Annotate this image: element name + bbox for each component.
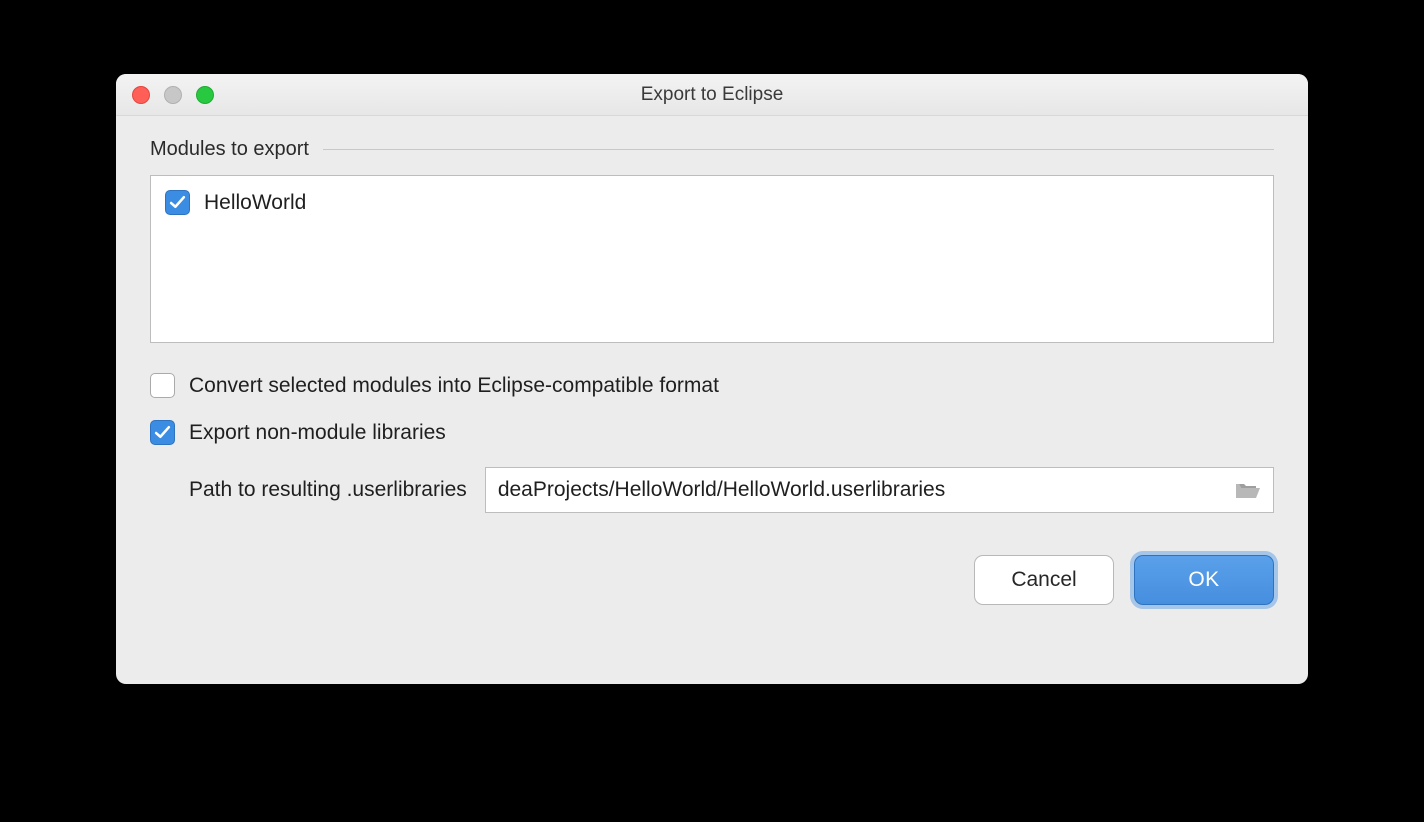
export-libs-option-row: Export non-module libraries [150,420,1274,445]
close-icon[interactable] [132,86,150,104]
button-row: Cancel OK [150,555,1274,605]
dialog-content: Modules to export HelloWorld Convert sel… [116,116,1308,684]
module-name: HelloWorld [204,191,306,215]
path-field [485,467,1274,513]
titlebar: Export to Eclipse [116,74,1308,116]
section-divider [323,149,1274,150]
ok-button[interactable]: OK [1134,555,1274,605]
path-label: Path to resulting .userlibraries [189,478,467,502]
list-item[interactable]: HelloWorld [165,190,1259,215]
export-libs-label: Export non-module libraries [189,421,446,445]
module-list[interactable]: HelloWorld [150,175,1274,343]
section-header: Modules to export [150,138,1274,161]
minimize-icon[interactable] [164,86,182,104]
folder-open-icon[interactable] [1235,480,1261,500]
path-row: Path to resulting .userlibraries [150,467,1274,513]
dialog-window: Export to Eclipse Modules to export Hell… [116,74,1308,684]
cancel-button[interactable]: Cancel [974,555,1114,605]
maximize-icon[interactable] [196,86,214,104]
convert-checkbox[interactable] [150,373,175,398]
convert-label: Convert selected modules into Eclipse-co… [189,374,719,398]
path-input[interactable] [498,478,1235,502]
convert-option-row: Convert selected modules into Eclipse-co… [150,373,1274,398]
window-title: Export to Eclipse [641,84,784,106]
export-libs-checkbox[interactable] [150,420,175,445]
section-title: Modules to export [150,138,309,161]
window-controls [132,86,214,104]
module-checkbox[interactable] [165,190,190,215]
